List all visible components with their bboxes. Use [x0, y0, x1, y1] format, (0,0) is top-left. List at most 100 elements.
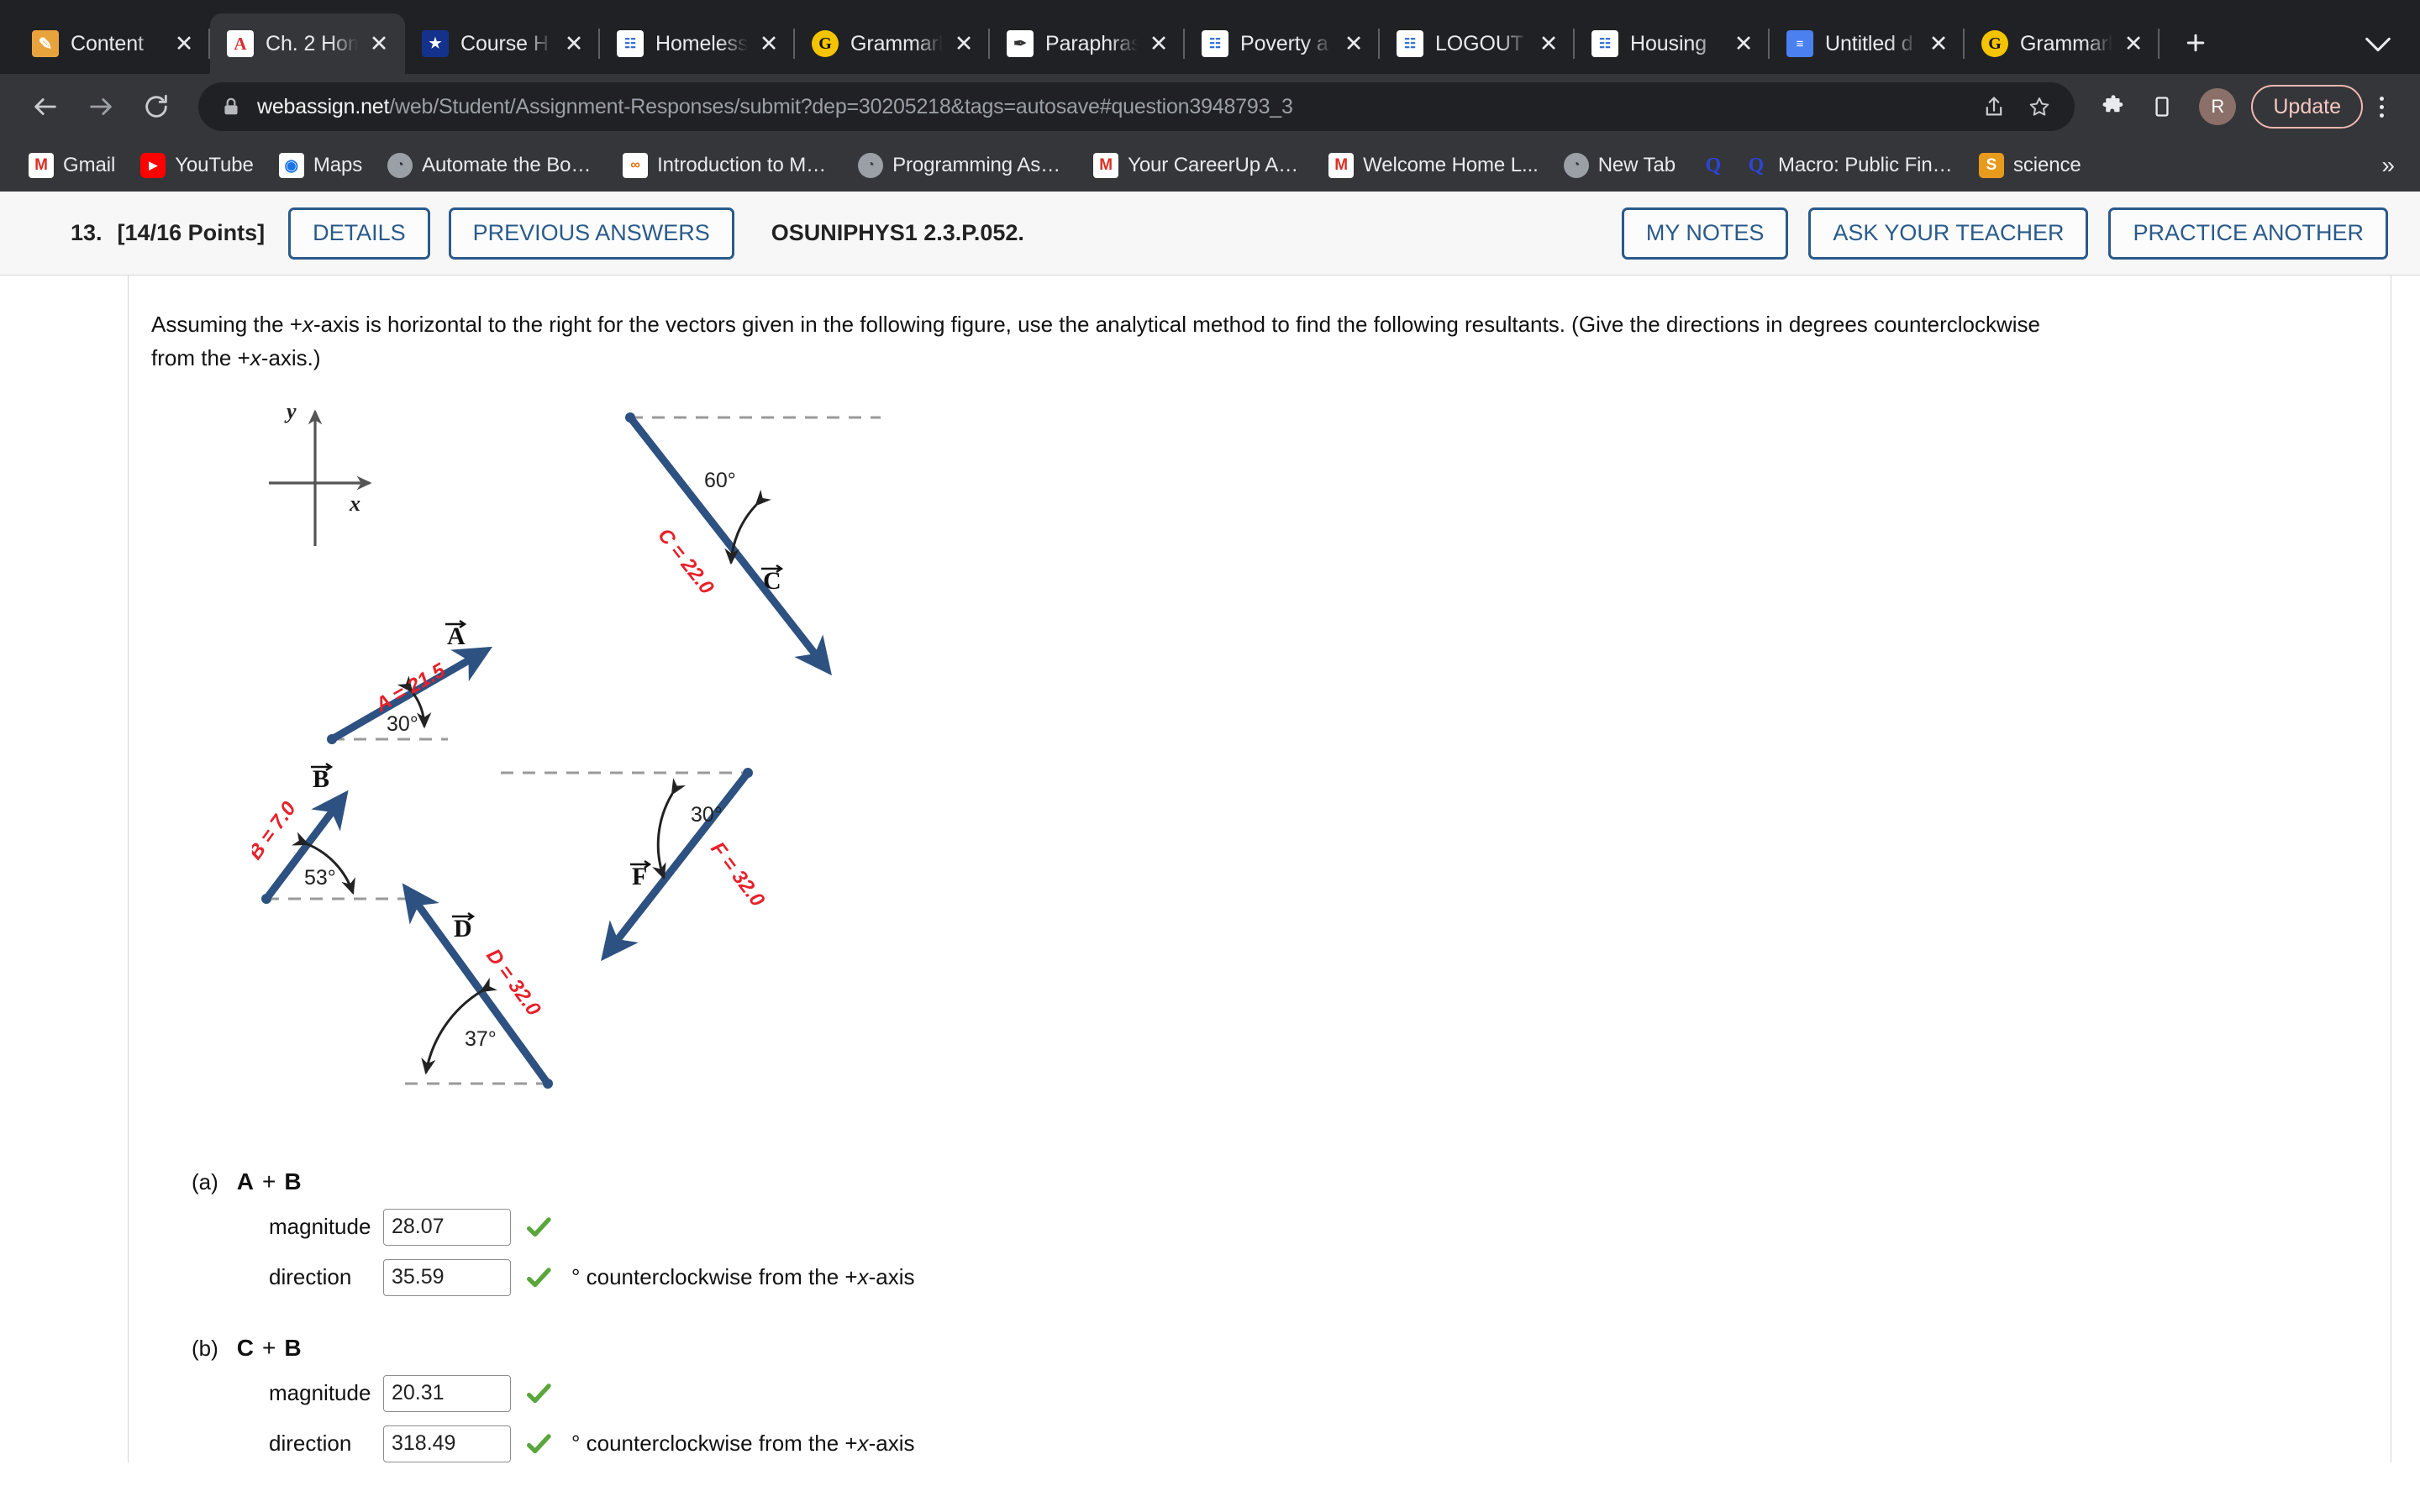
quill-pen-icon: ✒: [1007, 30, 1034, 57]
my-notes-button[interactable]: MY NOTES: [1621, 207, 1789, 260]
profile-avatar[interactable]: R: [2199, 88, 2237, 125]
bookmark-item[interactable]: ∞ Introduction to Ma...: [623, 153, 833, 178]
bookmark-item[interactable]: ◉ Maps: [278, 153, 362, 178]
practice-another-button[interactable]: PRACTICE ANOTHER: [2108, 207, 2388, 260]
bookmark-item[interactable]: Sscience: [1978, 153, 2081, 178]
bookmark-item[interactable]: ▶ YouTube: [140, 153, 254, 178]
vector-F-angle: 30°: [691, 803, 723, 827]
magnitude-input[interactable]: 20.31: [383, 1374, 511, 1412]
bookmark-item[interactable]: Q Macro: Public Fina...: [1744, 153, 1954, 178]
new-tab-button[interactable]: [2173, 20, 2218, 66]
vector-figure: y x A = 21.5 30° A 60° C = 22.0 C B = 7.…: [252, 391, 1092, 1130]
part-expression-2: B: [284, 1165, 301, 1195]
reload-icon: [145, 94, 167, 118]
vector-C-angle: 60°: [704, 469, 736, 492]
tab-close-button[interactable]: ✕: [365, 29, 393, 58]
browser-toolbar-icons: R Update: [2086, 85, 2398, 129]
vector-symbol: C: [236, 1334, 255, 1361]
vector-symbol: A: [236, 1168, 255, 1194]
bookmark-label: Gmail: [63, 154, 116, 176]
browser-tab[interactable]: A Ch. 2 Hom ✕: [210, 13, 405, 74]
tab-close-button[interactable]: ✕: [170, 29, 198, 58]
direction-unit-text: ° counterclockwise from the +x-axis: [571, 1431, 915, 1457]
reload-button[interactable]: [133, 83, 180, 130]
browser-tab[interactable]: G Grammarl ✕: [795, 13, 990, 74]
details-button[interactable]: DETAILS: [288, 207, 430, 260]
colab-icon: ∞: [623, 153, 649, 178]
back-button[interactable]: [22, 83, 69, 130]
browser-tab[interactable]: ✒ Paraphras ✕: [990, 13, 1185, 74]
browser-tab[interactable]: G Grammarl ✕: [1965, 13, 2160, 74]
vector-D-label: D: [452, 911, 476, 942]
direction-unit-text: ° counterclockwise from the +x-axis: [571, 1264, 915, 1290]
bookmark-star-icon[interactable]: [2019, 87, 2060, 127]
question-header-actions: MY NOTES ASK YOUR TEACHER PRACTICE ANOTH…: [1602, 207, 2420, 260]
answer-part: (a) A + Bmagnitude 28.07 direction 35.59 ° coun…: [151, 1165, 2391, 1296]
bookmark-item[interactable]: Q: [1701, 153, 1735, 178]
direction-input[interactable]: 318.49: [383, 1425, 511, 1462]
vector-F-label: F: [630, 859, 652, 890]
bookmarks-overflow-button[interactable]: »: [2381, 152, 2400, 179]
part-expression: A: [237, 1165, 254, 1195]
tab-close-button[interactable]: ✕: [755, 29, 783, 58]
tab-close-button[interactable]: ✕: [1729, 29, 1758, 58]
browser-tab[interactable]: ✎ Content ✕: [15, 13, 210, 74]
extensions-puzzle-icon[interactable]: [2091, 85, 2135, 129]
correct-check-icon: [524, 1379, 553, 1408]
bookmark-item[interactable]: M Welcome Home L...: [1328, 153, 1539, 178]
question-content: Assuming the +x-axis is horizontal to th…: [0, 276, 2391, 1462]
browser-tab[interactable]: ☷ Poverty a ✕: [1185, 13, 1380, 74]
browser-tab[interactable]: ≡ Untitled d ✕: [1770, 13, 1965, 74]
tab-title: Poverty a: [1240, 31, 1328, 55]
quora-icon: Q: [1705, 154, 1722, 176]
tab-close-button[interactable]: ✕: [1924, 29, 1953, 58]
reading-mode-icon[interactable]: [2140, 85, 2184, 129]
bookmark-item[interactable]: ◔ New Tab: [1563, 153, 1676, 178]
tab-separator: [2158, 29, 2160, 59]
forward-button[interactable]: [77, 83, 124, 130]
correct-check-icon: [524, 1430, 553, 1458]
gmail-m-icon: M: [1328, 153, 1355, 178]
address-bar[interactable]: webassign.net/web/Student/Assignment-Res…: [198, 82, 2075, 131]
previous-answers-button[interactable]: PREVIOUS ANSWERS: [448, 207, 734, 260]
tab-close-button[interactable]: ✕: [1144, 29, 1173, 58]
bookmark-label: New Tab: [1597, 154, 1676, 176]
gmail-m-icon: M: [1093, 153, 1119, 178]
browser-tab[interactable]: ☷ Housing ✕: [1575, 13, 1770, 74]
update-button[interactable]: Update: [2251, 85, 2363, 129]
bookmark-item[interactable]: M Your CareerUp Ac...: [1093, 153, 1303, 178]
tab-title: Content: [71, 31, 144, 55]
tab-close-button[interactable]: ✕: [2119, 29, 2148, 58]
share-icon[interactable]: [1974, 87, 2014, 127]
ask-your-teacher-button[interactable]: ASK YOUR TEACHER: [1808, 207, 2089, 260]
direction-input[interactable]: 35.59: [383, 1258, 511, 1296]
bookmark-item[interactable]: M Gmail: [29, 153, 115, 178]
bookmark-item[interactable]: ◔ Programming Assi...: [858, 153, 1068, 178]
browser-menu-button[interactable]: [2365, 85, 2398, 129]
axis-indicator: y x: [269, 399, 372, 546]
tab-close-button[interactable]: ✕: [950, 29, 978, 58]
browser-tab[interactable]: ☷ LOGOUT ✕: [1380, 13, 1575, 74]
direction-row: direction 35.59 ° counterclockwise from th…: [151, 1258, 2391, 1296]
part-letter: (a): [192, 1168, 218, 1194]
vector-B-label: B: [311, 762, 334, 793]
grammarly-icon: G: [1981, 30, 2008, 57]
tab-strip: ✎ Content ✕ A Ch. 2 Hom ✕ ★ Course H ✕ ☷ Homeless ✕…: [0, 0, 2420, 74]
axis-y-label: y: [284, 399, 297, 423]
tab-close-button[interactable]: ✕: [1339, 29, 1368, 58]
browser-tab[interactable]: ☷ Homeless ✕: [600, 13, 795, 74]
tab-title: LOGOUT: [1435, 31, 1523, 55]
direction-label: direction: [269, 1264, 352, 1290]
tab-close-button[interactable]: ✕: [560, 29, 588, 58]
bookmark-item[interactable]: ◔ Automate the Bori...: [387, 153, 597, 178]
tab-list-chevron-icon[interactable]: [2365, 33, 2391, 59]
browser-tab[interactable]: ★ Course H ✕: [405, 13, 600, 74]
tab-title: Ch. 2 Hom: [266, 31, 358, 55]
question-code: OSUNIPHYS1 2.3.P.052.: [771, 220, 1024, 245]
bookmarks-bar: M Gmail ▶ YouTube ◉ Maps ◔ Automate the Bori...…: [0, 139, 2420, 192]
magnitude-input[interactable]: 28.07: [383, 1208, 511, 1246]
question-prompt-line2: from the +x-axis.): [151, 345, 321, 371]
bookmark-label: Your CareerUp Ac...: [1128, 154, 1304, 176]
vector-D-group: 37° D = 32.0 D: [402, 882, 553, 1089]
tab-close-button[interactable]: ✕: [1534, 29, 1563, 58]
